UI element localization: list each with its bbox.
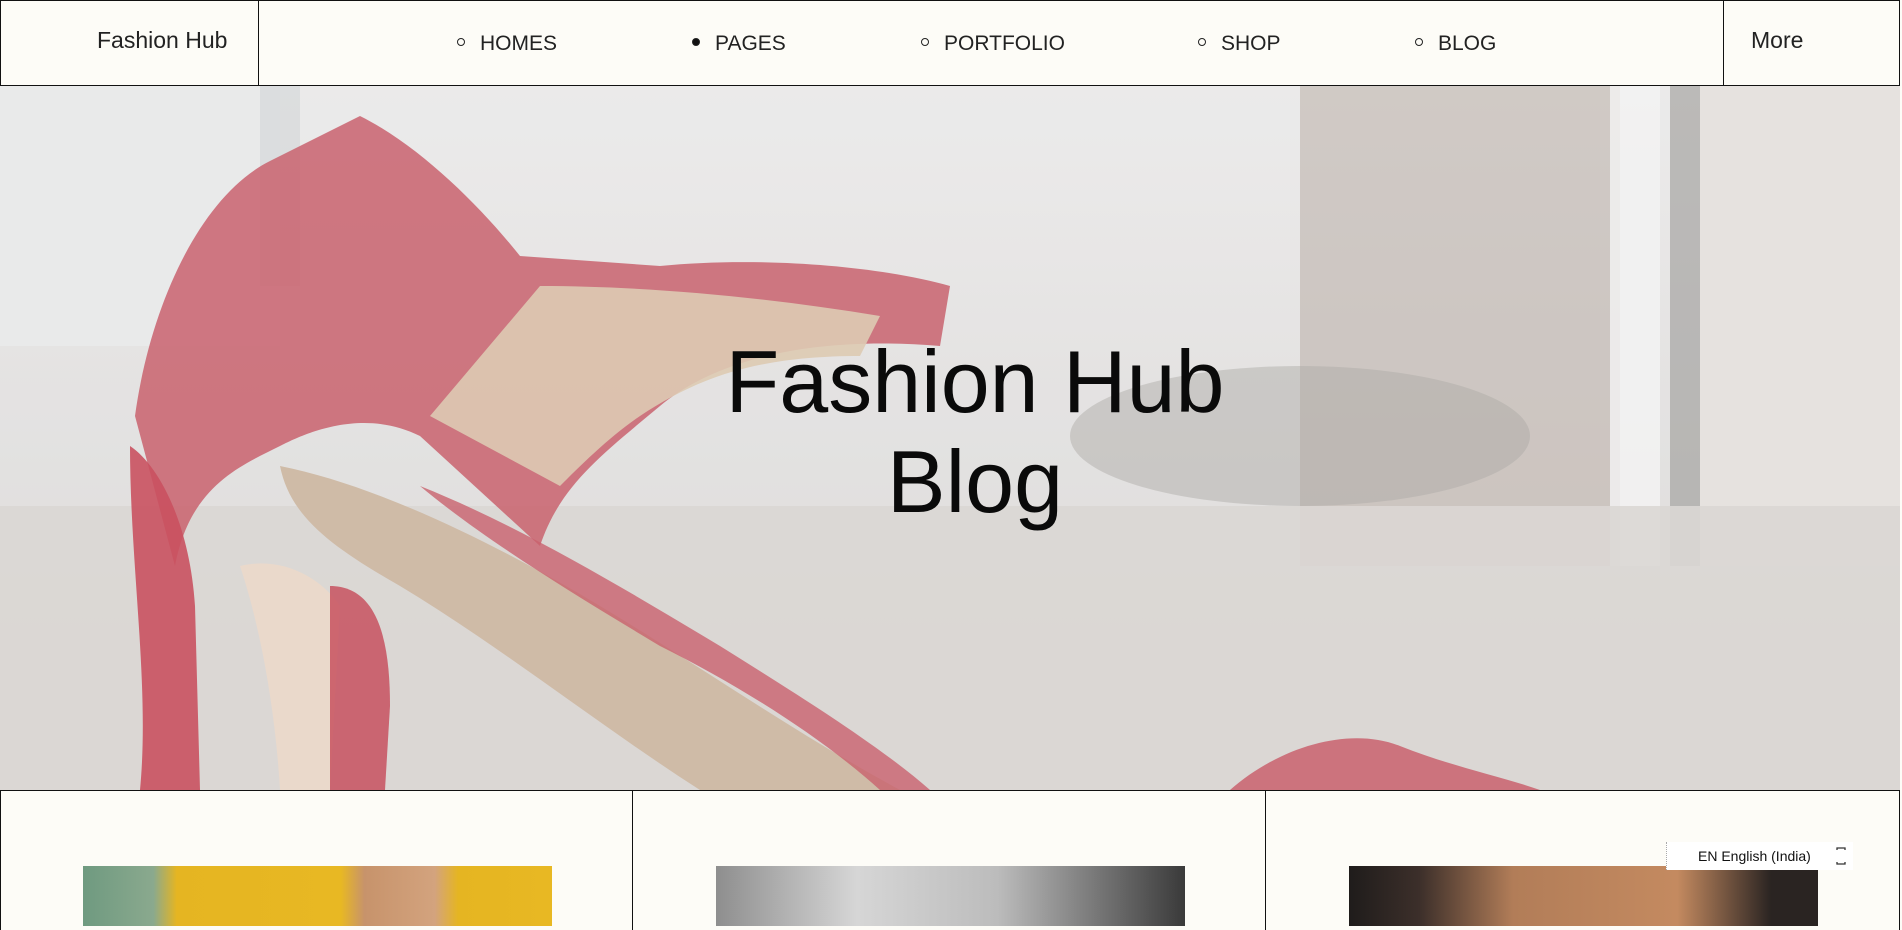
blog-card[interactable]	[0, 790, 633, 930]
site-header: Fashion Hub HOMES PAGES PORTFOLIO SHOP B…	[0, 0, 1901, 87]
language-label: EN English (India)	[1698, 848, 1811, 864]
nav-item-shop[interactable]: SHOP	[1198, 32, 1281, 56]
circle-bullet-icon	[1415, 38, 1423, 46]
hero-title: Fashion Hub Blog	[0, 332, 1900, 532]
nav-label: SHOP	[1221, 32, 1281, 55]
circle-bullet-icon	[921, 38, 929, 46]
blog-card[interactable]	[632, 790, 1266, 930]
hero-banner: Fashion Hub Blog	[0, 86, 1900, 790]
circle-bullet-icon	[1198, 38, 1206, 46]
blog-cards	[0, 790, 1900, 930]
nav-label: HOMES	[480, 32, 558, 55]
logo-cell: Fashion Hub	[1, 1, 259, 87]
nav-item-pages[interactable]: PAGES	[692, 32, 786, 56]
hero-title-line1: Fashion Hub	[725, 332, 1225, 431]
blog-card-image[interactable]	[716, 866, 1185, 926]
nav-label: BLOG	[1438, 32, 1497, 55]
hero-title-line2: Blog	[886, 432, 1064, 531]
language-bar-icon[interactable]	[1836, 846, 1846, 866]
circle-bullet-icon	[692, 38, 700, 46]
blog-card-image[interactable]	[83, 866, 552, 926]
site-logo[interactable]: Fashion Hub	[97, 27, 227, 54]
circle-bullet-icon	[457, 38, 465, 46]
nav-item-homes[interactable]: HOMES	[457, 32, 557, 56]
main-nav: HOMES PAGES PORTFOLIO SHOP BLOG	[259, 1, 1723, 87]
blog-card-image[interactable]	[1349, 866, 1818, 926]
nav-item-portfolio[interactable]: PORTFOLIO	[921, 32, 1065, 56]
more-menu-button[interactable]: More	[1751, 27, 1803, 54]
nav-label: PORTFOLIO	[944, 32, 1065, 55]
nav-item-blog[interactable]: BLOG	[1415, 32, 1496, 56]
language-indicator[interactable]: EN English (India)	[1666, 842, 1853, 870]
more-cell: More	[1723, 1, 1901, 87]
nav-label: PAGES	[715, 32, 786, 55]
